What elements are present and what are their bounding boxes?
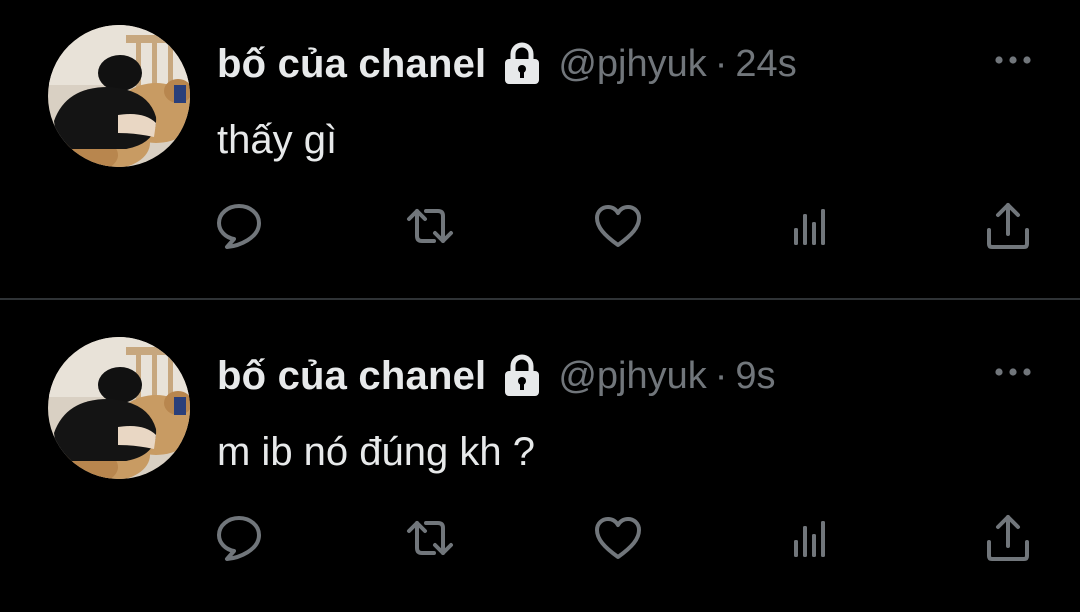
tweet-actions <box>0 512 1080 572</box>
tweet[interactable]: bố của chanel @pjhyuk · 9s m ib nó đúng … <box>0 312 1080 612</box>
timestamp[interactable]: 9s <box>735 355 775 398</box>
separator-dot: · <box>714 354 728 397</box>
timestamp[interactable]: 24s <box>735 43 796 86</box>
tweet-header: bố của chanel @pjhyuk · 24s <box>217 36 797 92</box>
username-handle[interactable]: @pjhyuk <box>558 355 706 398</box>
username-handle[interactable]: @pjhyuk <box>558 43 706 86</box>
avatar[interactable] <box>48 25 190 167</box>
avatar[interactable] <box>48 337 190 479</box>
display-name[interactable]: bố của chanel <box>217 354 486 399</box>
tweet[interactable]: bố của chanel @pjhyuk · 24s thấy gì <box>0 0 1080 300</box>
separator-dot: · <box>714 42 728 85</box>
reply-icon[interactable] <box>213 512 265 564</box>
tweet-text: thấy gì <box>217 118 338 162</box>
more-options-icon[interactable] <box>992 360 1034 384</box>
lock-icon <box>502 354 542 398</box>
tweet-header: bố của chanel @pjhyuk · 9s <box>217 348 776 404</box>
tweet-text: m ib nó đúng kh ? <box>217 430 535 474</box>
divider <box>0 298 1080 300</box>
like-icon[interactable] <box>592 200 644 252</box>
views-icon[interactable] <box>784 200 836 252</box>
share-icon[interactable] <box>982 200 1034 252</box>
views-icon[interactable] <box>784 512 836 564</box>
reply-icon[interactable] <box>213 200 265 252</box>
retweet-icon[interactable] <box>404 512 456 564</box>
share-icon[interactable] <box>982 512 1034 564</box>
lock-icon <box>502 42 542 86</box>
retweet-icon[interactable] <box>404 200 456 252</box>
like-icon[interactable] <box>592 512 644 564</box>
tweet-actions <box>0 200 1080 260</box>
more-options-icon[interactable] <box>992 48 1034 72</box>
display-name[interactable]: bố của chanel <box>217 42 486 87</box>
